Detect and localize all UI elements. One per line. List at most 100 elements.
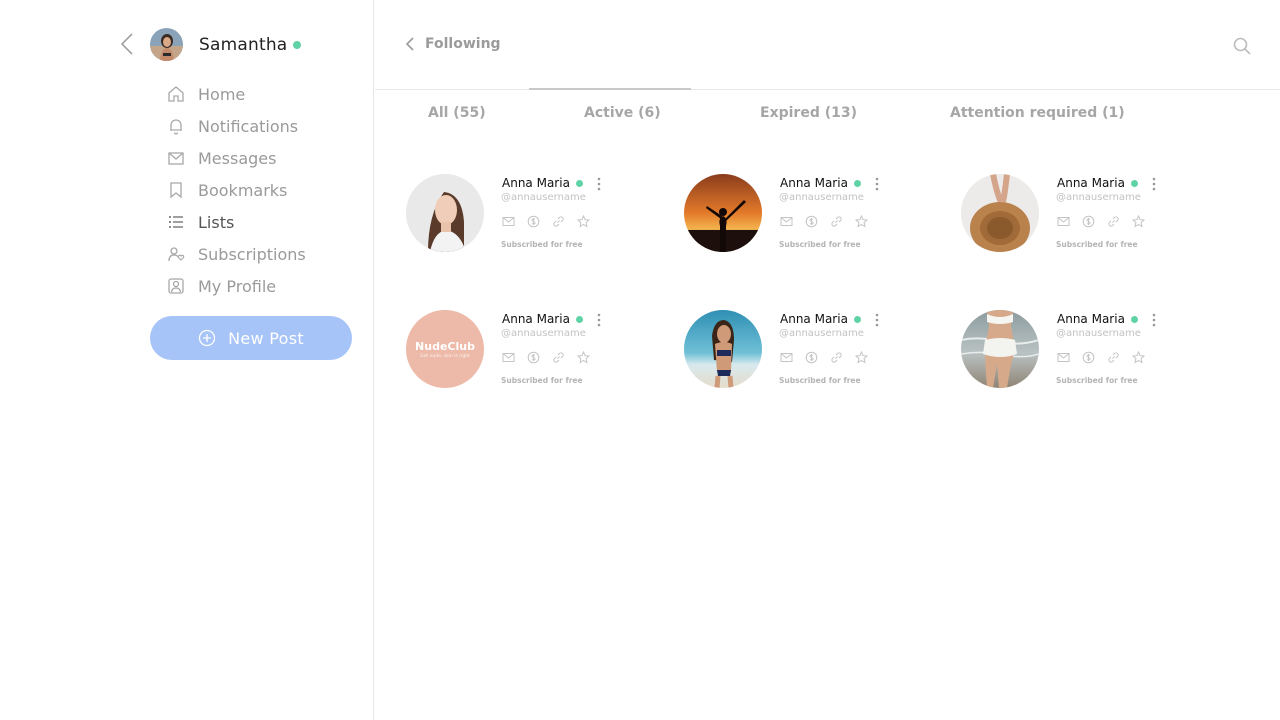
subscription-status: Subscribed for free [1056, 376, 1138, 385]
link-icon[interactable] [549, 212, 567, 230]
sidebar-item-bookmarks[interactable]: Bookmarks [166, 174, 306, 206]
tip-icon[interactable] [802, 212, 820, 230]
back-button[interactable] [116, 30, 138, 58]
tip-icon[interactable] [802, 348, 820, 366]
card-avatar[interactable] [684, 174, 762, 252]
more-options-button[interactable] [870, 311, 884, 329]
more-vertical-icon [597, 313, 601, 327]
message-icon[interactable] [777, 212, 795, 230]
link-icon[interactable] [549, 348, 567, 366]
sidebar-item-lists[interactable]: Lists [166, 206, 306, 238]
link-icon[interactable] [1104, 348, 1122, 366]
star-icon[interactable] [574, 348, 592, 366]
card-avatar[interactable] [961, 310, 1039, 388]
star-icon[interactable] [1129, 348, 1147, 366]
bookmark-icon [166, 180, 186, 200]
mail-icon [166, 148, 186, 168]
tab-all[interactable]: All (55) [428, 105, 486, 121]
user-profile[interactable]: Samantha [150, 28, 302, 61]
card-avatar[interactable]: NudeClub Get nude, skin is right [406, 310, 484, 388]
more-options-button[interactable] [1147, 311, 1161, 329]
more-options-button[interactable] [592, 175, 606, 193]
brand-tagline: Get nude, skin is right [420, 353, 470, 359]
card-actions [1054, 212, 1154, 230]
sidebar-item-notifications[interactable]: Notifications [166, 110, 306, 142]
message-icon[interactable] [1054, 212, 1072, 230]
sidebar-item-label: Bookmarks [198, 180, 288, 200]
sidebar-item-my-profile[interactable]: My Profile [166, 270, 306, 302]
subscription-card[interactable]: Anna Maria @annausername Subscribed for … [961, 310, 1201, 390]
card-name: Anna Maria [502, 312, 583, 326]
card-handle: @annausername [501, 328, 586, 339]
card-name-text: Anna Maria [1057, 176, 1125, 190]
star-icon[interactable] [852, 212, 870, 230]
tip-icon[interactable] [1079, 212, 1097, 230]
card-handle: @annausername [779, 192, 864, 203]
card-avatar[interactable] [961, 174, 1039, 252]
tab-expired[interactable]: Expired (13) [760, 105, 857, 121]
subscription-card[interactable]: Anna Maria @annausername Subscribed for … [684, 310, 924, 390]
subscription-card[interactable]: Anna Maria @annausername Subscribed for … [961, 174, 1201, 254]
message-icon[interactable] [1054, 348, 1072, 366]
sidebar-item-messages[interactable]: Messages [166, 142, 306, 174]
card-actions [499, 348, 599, 366]
subscription-status: Subscribed for free [1056, 240, 1138, 249]
subscription-card[interactable]: Anna Maria @annausername Subscribed for … [684, 174, 924, 254]
sidebar-item-label: Notifications [198, 116, 299, 136]
message-icon[interactable] [499, 348, 517, 366]
tip-icon[interactable] [524, 348, 542, 366]
online-indicator [853, 316, 861, 323]
home-icon [166, 84, 186, 104]
more-vertical-icon [597, 177, 601, 191]
subscription-status: Subscribed for free [501, 376, 583, 385]
subscription-card[interactable]: NudeClub Get nude, skin is right Anna Ma… [406, 310, 646, 390]
link-icon[interactable] [1104, 212, 1122, 230]
star-icon[interactable] [574, 212, 592, 230]
search-button[interactable] [1232, 36, 1252, 56]
sidebar-item-subscriptions[interactable]: Subscriptions [166, 238, 306, 270]
sidebar-nav: Home Notifications Messages Bookmarks Li… [166, 78, 306, 302]
card-handle: @annausername [779, 328, 864, 339]
profile-icon [166, 276, 186, 296]
more-vertical-icon [875, 313, 879, 327]
more-options-button[interactable] [870, 175, 884, 193]
card-avatar[interactable] [684, 310, 762, 388]
list-icon [166, 212, 186, 232]
card-name: Anna Maria [502, 176, 583, 190]
brand-logo: NudeClub Get nude, skin is right [406, 310, 484, 388]
more-options-button[interactable] [1147, 175, 1161, 193]
header-back-button[interactable]: Following [405, 36, 501, 52]
card-name-text: Anna Maria [502, 312, 570, 326]
avatar[interactable] [150, 28, 183, 61]
more-vertical-icon [875, 177, 879, 191]
more-options-button[interactable] [592, 311, 606, 329]
tab-attention-required[interactable]: Attention required (1) [950, 105, 1125, 121]
sidebar-item-home[interactable]: Home [166, 78, 306, 110]
online-indicator [575, 316, 583, 323]
star-icon[interactable] [1129, 212, 1147, 230]
plus-circle-icon [198, 329, 216, 347]
tip-icon[interactable] [524, 212, 542, 230]
message-icon[interactable] [777, 348, 795, 366]
card-actions [1054, 348, 1154, 366]
card-actions [499, 212, 599, 230]
card-avatar[interactable] [406, 174, 484, 252]
tip-icon[interactable] [1079, 348, 1097, 366]
star-icon[interactable] [852, 348, 870, 366]
subscription-card[interactable]: Anna Maria @annausername Subscribed for … [406, 174, 646, 254]
card-name-text: Anna Maria [1057, 312, 1125, 326]
page-title: Following [425, 36, 501, 52]
online-indicator [1130, 180, 1138, 187]
online-indicator [575, 180, 583, 187]
card-handle: @annausername [1056, 328, 1141, 339]
tab-active[interactable]: Active (6) [584, 105, 661, 121]
sidebar-item-label: Lists [198, 212, 235, 232]
link-icon[interactable] [827, 348, 845, 366]
more-vertical-icon [1152, 313, 1156, 327]
subscription-status: Subscribed for free [779, 240, 861, 249]
online-indicator [1130, 316, 1138, 323]
message-icon[interactable] [499, 212, 517, 230]
new-post-button[interactable]: New Post [150, 316, 352, 360]
online-indicator [853, 180, 861, 187]
link-icon[interactable] [827, 212, 845, 230]
